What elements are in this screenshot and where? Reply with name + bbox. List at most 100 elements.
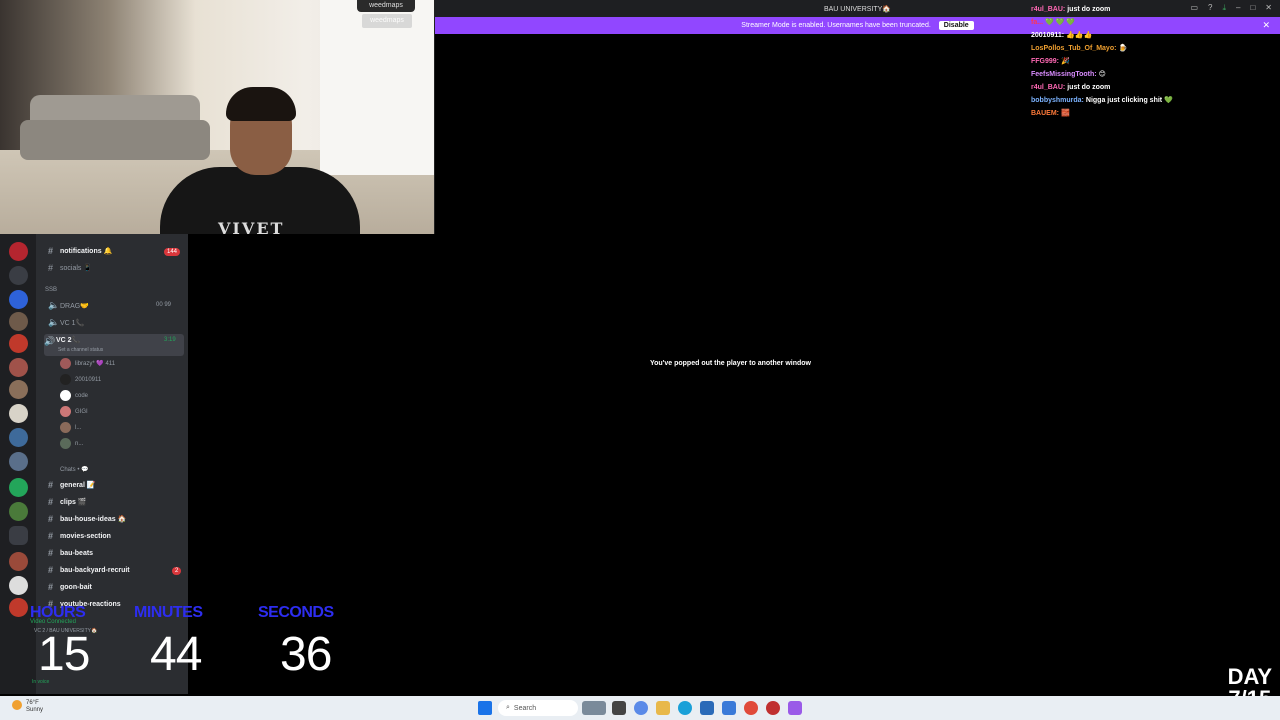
start-icon[interactable] bbox=[478, 701, 492, 715]
member-name: GIGI bbox=[75, 408, 88, 415]
chat-overlay: r4ul_BAU: just do zoom fa... 💚 💚 💚 20010911:… bbox=[1031, 3, 1271, 120]
twitch-icon[interactable] bbox=[788, 701, 802, 715]
search-placeholder: Search bbox=[513, 704, 537, 712]
channel-label: movies-section bbox=[60, 532, 111, 540]
chat-username[interactable]: BAUEM: bbox=[1031, 110, 1059, 117]
server-icon[interactable] bbox=[9, 598, 28, 617]
widget-image-icon[interactable] bbox=[582, 701, 606, 715]
category-chats[interactable]: Chats • 💬 bbox=[60, 466, 89, 473]
server-icon[interactable] bbox=[9, 452, 28, 471]
channel-label: DRAG🤝 bbox=[60, 302, 89, 310]
server-icon[interactable] bbox=[9, 502, 28, 521]
chat-message: BAUEM: 🧱 bbox=[1031, 107, 1271, 120]
server-icon[interactable] bbox=[9, 380, 28, 399]
seconds-value: 36 bbox=[280, 628, 332, 681]
voice-channel-vc1[interactable]: 🔈 VC 1📞 bbox=[48, 317, 84, 328]
chat-message: LosPollos_Tub_Of_Mayo: 🍺 bbox=[1031, 42, 1271, 55]
voice-member[interactable]: n... bbox=[60, 438, 83, 449]
chat-username[interactable]: LosPollos_Tub_Of_Mayo: bbox=[1031, 45, 1116, 52]
server-icon[interactable] bbox=[9, 552, 28, 571]
chat-text: 🎉 bbox=[1061, 58, 1070, 65]
hash-icon: # bbox=[48, 531, 54, 541]
member-name: code bbox=[75, 392, 89, 399]
chat-username[interactable]: fa... bbox=[1031, 19, 1043, 26]
weather-widget[interactable]: 76°F Sunny bbox=[12, 700, 43, 714]
hours-label: HOURS bbox=[30, 604, 86, 621]
voice-member[interactable]: GIGI bbox=[60, 406, 88, 417]
server-icon[interactable] bbox=[9, 526, 28, 545]
server-icon[interactable] bbox=[9, 478, 28, 497]
chat-message: 20010911: 👍👍👍 bbox=[1031, 29, 1271, 42]
mail-icon[interactable] bbox=[722, 701, 736, 715]
file-explorer-icon[interactable] bbox=[656, 701, 670, 715]
chrome-icon[interactable] bbox=[744, 701, 758, 715]
hash-icon: # bbox=[48, 514, 54, 524]
hash-icon: # bbox=[48, 565, 54, 575]
channel-label: VC 2📞 bbox=[56, 337, 81, 344]
chat-username[interactable]: FFG999: bbox=[1031, 58, 1059, 65]
channel-label: bau-backyard-recruit bbox=[60, 566, 130, 574]
weather-condition: Sunny bbox=[26, 707, 44, 713]
channel-general[interactable]: # general 📝 bbox=[48, 480, 96, 490]
server-icon[interactable] bbox=[9, 576, 28, 595]
channel-goon-bait[interactable]: # goon-bait bbox=[48, 582, 92, 592]
popout-message: You've popped out the player to another … bbox=[650, 360, 811, 367]
chat-text: just do zoom bbox=[1067, 6, 1111, 13]
discord-panel: # notifications 🔔 144 # socials 📱 SSB 🔈 … bbox=[0, 234, 188, 694]
server-icon[interactable] bbox=[9, 242, 28, 261]
edge-icon[interactable] bbox=[678, 701, 692, 715]
chat-text: 👍👍👍 bbox=[1066, 32, 1093, 39]
voice-member[interactable]: 20010911 bbox=[60, 374, 101, 385]
voice-member[interactable]: librazy* 💜 411 bbox=[60, 358, 115, 369]
voice-member[interactable]: l... bbox=[60, 422, 81, 433]
disable-button[interactable]: Disable bbox=[938, 21, 974, 30]
copilot-icon[interactable] bbox=[634, 701, 648, 715]
channel-bau-house-ideas[interactable]: # bau-house-ideas 🏠 bbox=[48, 514, 126, 524]
channel-socials[interactable]: # socials 📱 bbox=[48, 263, 92, 273]
streamer-hair bbox=[226, 87, 296, 121]
channel-notifications[interactable]: # notifications 🔔 bbox=[48, 246, 112, 256]
chat-message: r4ul_BAU: just do zoom bbox=[1031, 81, 1271, 94]
temperature: 76°F bbox=[26, 700, 39, 706]
webcam-sign: weedmaps bbox=[357, 0, 415, 12]
member-name: l... bbox=[75, 424, 82, 431]
seconds-label: SECONDS bbox=[258, 604, 334, 621]
server-icon[interactable] bbox=[9, 312, 28, 331]
server-icon[interactable] bbox=[9, 358, 28, 377]
server-icon[interactable] bbox=[9, 404, 28, 423]
chat-username[interactable]: r4ul_BAU: bbox=[1031, 84, 1065, 91]
channel-bau-beats[interactable]: # bau-beats bbox=[48, 548, 93, 558]
voice-member[interactable]: code bbox=[60, 390, 88, 401]
chat-text: 💚 💚 💚 bbox=[1045, 19, 1076, 26]
channel-status-hint[interactable]: Set a channel status bbox=[58, 347, 103, 353]
server-icon[interactable] bbox=[9, 334, 28, 353]
search-box[interactable]: ⌕ Search bbox=[498, 700, 578, 716]
server-icon[interactable] bbox=[9, 266, 28, 285]
windows-taskbar: 76°F Sunny ⌕ Search bbox=[0, 696, 1280, 720]
task-view-icon[interactable] bbox=[612, 701, 626, 715]
channel-movies-section[interactable]: # movies-section bbox=[48, 531, 111, 541]
server-icon[interactable] bbox=[9, 290, 28, 309]
chat-username[interactable]: bobbyshmurda: bbox=[1031, 97, 1084, 104]
notification-badge: 144 bbox=[164, 248, 181, 256]
member-name: librazy* 💜 411 bbox=[75, 361, 116, 367]
channel-label: bau-house-ideas 🏠 bbox=[60, 516, 127, 523]
voice-timer: 3:19 bbox=[164, 337, 176, 343]
chat-message: FeefsMissingTooth: 😊 bbox=[1031, 68, 1271, 81]
channel-list: # notifications 🔔 144 # socials 📱 SSB 🔈 … bbox=[30, 234, 188, 694]
webcam-sign-reflection: weedmaps bbox=[362, 14, 412, 28]
chat-text: 🍺 bbox=[1118, 45, 1128, 52]
chat-text: 😊 bbox=[1098, 71, 1106, 78]
chat-username[interactable]: FeefsMissingTooth: bbox=[1031, 71, 1097, 78]
app-icon[interactable] bbox=[766, 701, 780, 715]
store-icon[interactable] bbox=[700, 701, 714, 715]
chat-username[interactable]: r4ul_BAU: bbox=[1031, 6, 1065, 13]
category-ssb[interactable]: SSB bbox=[45, 287, 57, 293]
channel-clips[interactable]: # clips 🎬 bbox=[48, 497, 87, 507]
voice-channel-drag[interactable]: 🔈 DRAG🤝 bbox=[48, 300, 89, 311]
channel-label: general 📝 bbox=[60, 482, 96, 489]
chat-username[interactable]: 20010911: bbox=[1031, 32, 1064, 39]
server-icon[interactable] bbox=[9, 428, 28, 447]
chat-message: r4ul_BAU: just do zoom bbox=[1031, 3, 1271, 16]
channel-bau-backyard-recruit[interactable]: # bau-backyard-recruit bbox=[48, 565, 130, 575]
